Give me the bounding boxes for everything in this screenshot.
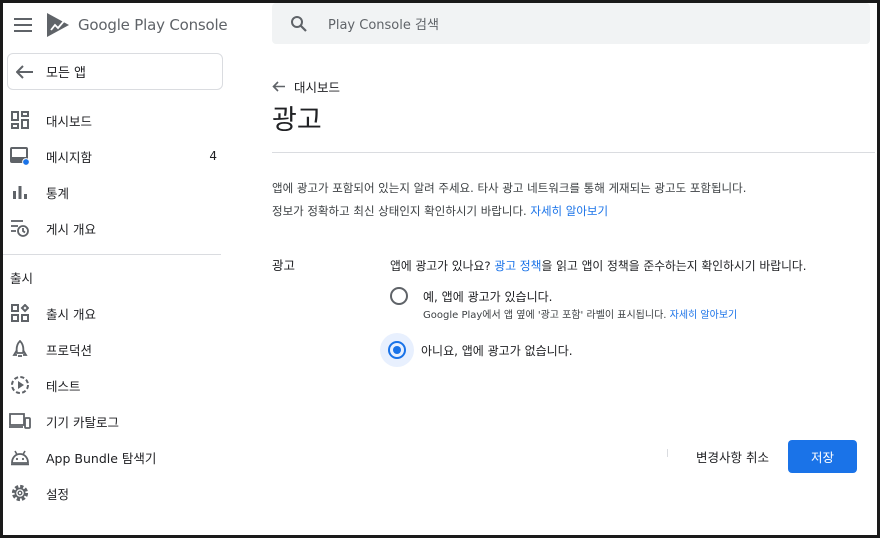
sidebar-item-app-bundle-explorer[interactable]: App Bundle 탐색기 (3, 439, 233, 475)
sidebar-item-statistics[interactable]: 통계 (3, 174, 233, 210)
sidebar-divider (3, 254, 221, 255)
ads-section-label: 광고 (272, 258, 296, 273)
sidebar: Google Play Console 모든 앱 대시보드 메시지함 4 통계 (3, 3, 233, 535)
radio-yes[interactable] (390, 287, 408, 305)
learn-more-link[interactable]: 자세히 알아보기 (530, 204, 608, 218)
question-text-post: 을 읽고 앱이 정책을 준수하는지 확인하시기 바랍니다. (541, 259, 807, 273)
sidebar-item-label: 설정 (46, 486, 70, 502)
page-title: 광고 (272, 105, 322, 136)
sidebar-item-label: 대시보드 (46, 113, 93, 129)
play-console-logo-icon (47, 13, 69, 37)
radio-no-wrapper (380, 333, 414, 367)
sidebar-item-label: 게시 개요 (46, 221, 96, 237)
sidebar-item-label: 통계 (46, 185, 70, 201)
search-icon (291, 15, 307, 32)
arrow-back-icon (272, 81, 285, 92)
sidebar-item-label: 메시지함 (46, 149, 93, 165)
all-apps-label: 모든 앱 (46, 66, 87, 81)
sidebar-item-label: 기기 카탈로그 (46, 414, 119, 430)
radio-yes-wrapper (384, 281, 414, 311)
sidebar-section-release: 출시 (10, 270, 34, 286)
discard-changes-button[interactable]: 변경사항 취소 (690, 440, 775, 472)
option-yes-learn-more-link[interactable]: 자세히 알아보기 (670, 310, 738, 321)
sidebar-item-label: 테스트 (46, 378, 81, 394)
option-yes-label: 예, 앱에 광고가 있습니다. (423, 289, 553, 304)
title-divider (272, 152, 875, 153)
option-no-label: 아니요, 앱에 광고가 없습니다. (421, 343, 573, 358)
breadcrumb-label: 대시보드 (294, 80, 341, 95)
sidebar-item-label: App Bundle 탐색기 (46, 450, 157, 466)
sidebar-item-publishing-overview[interactable]: 게시 개요 (3, 210, 233, 246)
sidebar-item-settings[interactable]: 설정 (3, 475, 233, 511)
search-input[interactable]: Play Console 검색 (328, 14, 439, 33)
testing-icon (9, 374, 31, 396)
sidebar-item-testing[interactable]: 테스트 (3, 367, 233, 403)
option-no[interactable]: 아니요, 앱에 광고가 없습니다. (380, 333, 573, 367)
dashboard-icon (9, 109, 31, 131)
sidebar-header: Google Play Console (3, 3, 233, 47)
device-catalog-icon (9, 410, 31, 432)
sidebar-item-label: 프로덕션 (46, 342, 93, 358)
sidebar-item-label: 출시 개요 (46, 306, 96, 322)
page-description: 앱에 광고가 포함되어 있는지 알려 주세요. 타사 광고 네트워크를 통해 게… (272, 177, 872, 223)
description-text-1: 앱에 광고가 포함되어 있는지 알려 주세요. 타사 광고 네트워크를 통해 게… (272, 181, 747, 195)
ads-policy-link[interactable]: 광고 정책 (494, 259, 541, 273)
publishing-overview-icon (9, 217, 31, 239)
sidebar-item-dashboard[interactable]: 대시보드 (3, 102, 233, 138)
sidebar-item-inbox[interactable]: 메시지함 4 (3, 138, 233, 174)
sidebar-item-release-overview[interactable]: 출시 개요 (3, 295, 233, 331)
sidebar-item-device-catalog[interactable]: 기기 카탈로그 (3, 403, 233, 439)
option-yes-sub: Google Play에서 앱 옆에 '광고 포함' 라벨이 표시됩니다. 자세… (423, 306, 737, 321)
search-bar[interactable]: Play Console 검색 (272, 3, 870, 44)
divider-mark (667, 449, 668, 457)
sidebar-item-production[interactable]: 프로덕션 (3, 331, 233, 367)
sidebar-nav: 대시보드 메시지함 4 통계 게시 개요 출시 출시 개요 프로덕션 테스트 기… (3, 102, 233, 511)
option-yes-sub-text: Google Play에서 앱 옆에 '광고 포함' 라벨이 표시됩니다. (423, 310, 667, 321)
brand[interactable]: Google Play Console (45, 12, 228, 38)
inbox-icon (9, 145, 31, 167)
description-text-2: 정보가 정확하고 최신 상태인지 확인하시기 바랍니다. (272, 204, 527, 218)
android-icon (9, 446, 31, 468)
breadcrumb[interactable]: 대시보드 (272, 77, 340, 96)
ads-question: 앱에 광고가 있나요? 광고 정책을 읽고 앱이 정책을 준수하는지 확인하시기… (390, 257, 807, 274)
brand-name: Google Play Console (78, 16, 228, 34)
inbox-count-badge: 4 (209, 149, 217, 163)
settings-icon (9, 482, 31, 504)
save-button[interactable]: 저장 (788, 440, 857, 473)
release-overview-icon (9, 302, 31, 324)
all-apps-button[interactable]: 모든 앱 (7, 53, 223, 90)
arrow-back-icon (16, 64, 33, 79)
bar-chart-icon (9, 181, 31, 203)
radio-no[interactable] (388, 341, 406, 359)
production-icon (9, 338, 31, 360)
menu-icon[interactable] (3, 5, 43, 45)
question-text: 앱에 광고가 있나요? (390, 259, 491, 273)
